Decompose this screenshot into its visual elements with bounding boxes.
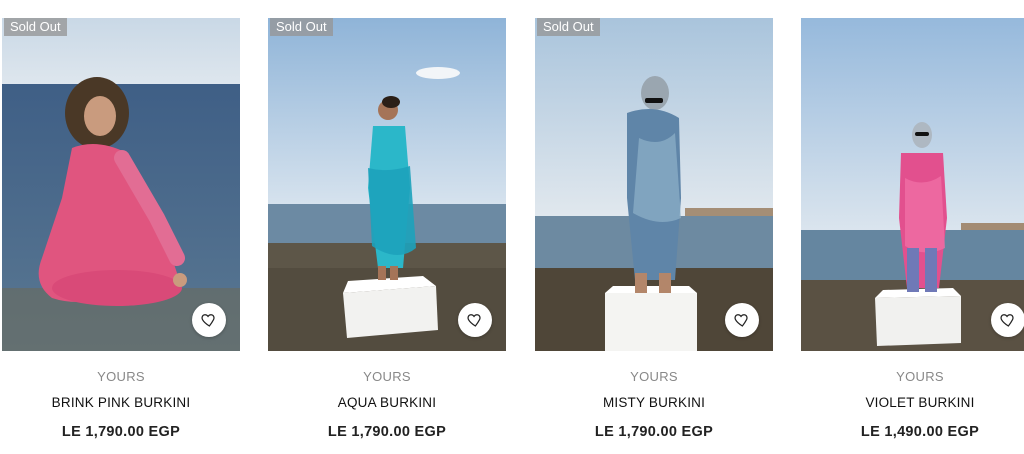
product-brand[interactable]: YOURS (801, 369, 1024, 384)
product-image[interactable]: Sold Out (268, 18, 506, 351)
sold-out-badge: Sold Out (4, 18, 67, 36)
product-photo-misty-burkini (535, 18, 773, 351)
sold-out-badge: Sold Out (537, 18, 600, 36)
product-card[interactable]: Sold Out YOURS MISTY BURKINI LE 1,790.00… (535, 18, 773, 440)
heart-icon (734, 314, 748, 327)
product-card[interactable]: Sold Out YOURS AQUA BURKINI LE 1,790.00 … (268, 18, 506, 440)
wishlist-button[interactable] (991, 303, 1024, 337)
product-photo-violet-burkini (801, 18, 1024, 351)
product-price: LE 1,790.00 EGP (327, 424, 447, 440)
product-brand[interactable]: YOURS (268, 369, 506, 384)
wishlist-button[interactable] (725, 303, 759, 337)
product-image[interactable]: Sold Out (2, 18, 240, 351)
product-name[interactable]: BRINK PINK BURKINI (2, 395, 240, 410)
product-photo-pink-burkini (2, 18, 240, 351)
product-name[interactable]: MISTY BURKINI (535, 395, 773, 410)
product-name[interactable]: VIOLET BURKINI (801, 395, 1024, 410)
wishlist-button[interactable] (192, 303, 226, 337)
product-price: LE 1,490.00 EGP (860, 424, 980, 440)
product-brand[interactable]: YOURS (535, 369, 773, 384)
product-image[interactable]: Sold Out (535, 18, 773, 351)
product-price: LE 1,790.00 EGP (594, 424, 714, 440)
heart-icon (1000, 314, 1014, 327)
product-photo-aqua-burkini (268, 18, 506, 351)
sold-out-badge: Sold Out (270, 18, 333, 36)
product-card[interactable]: YOURS VIOLET BURKINI LE 1,490.00 EGP (801, 18, 1024, 440)
product-brand[interactable]: YOURS (2, 369, 240, 384)
heart-icon (467, 314, 481, 327)
product-image[interactable] (801, 18, 1024, 351)
wishlist-button[interactable] (458, 303, 492, 337)
heart-icon (201, 314, 215, 327)
product-card[interactable]: Sold Out YOURS BRINK PINK BURKINI LE 1,7… (2, 18, 240, 440)
product-price: LE 1,790.00 EGP (61, 424, 181, 440)
product-name[interactable]: AQUA BURKINI (268, 395, 506, 410)
